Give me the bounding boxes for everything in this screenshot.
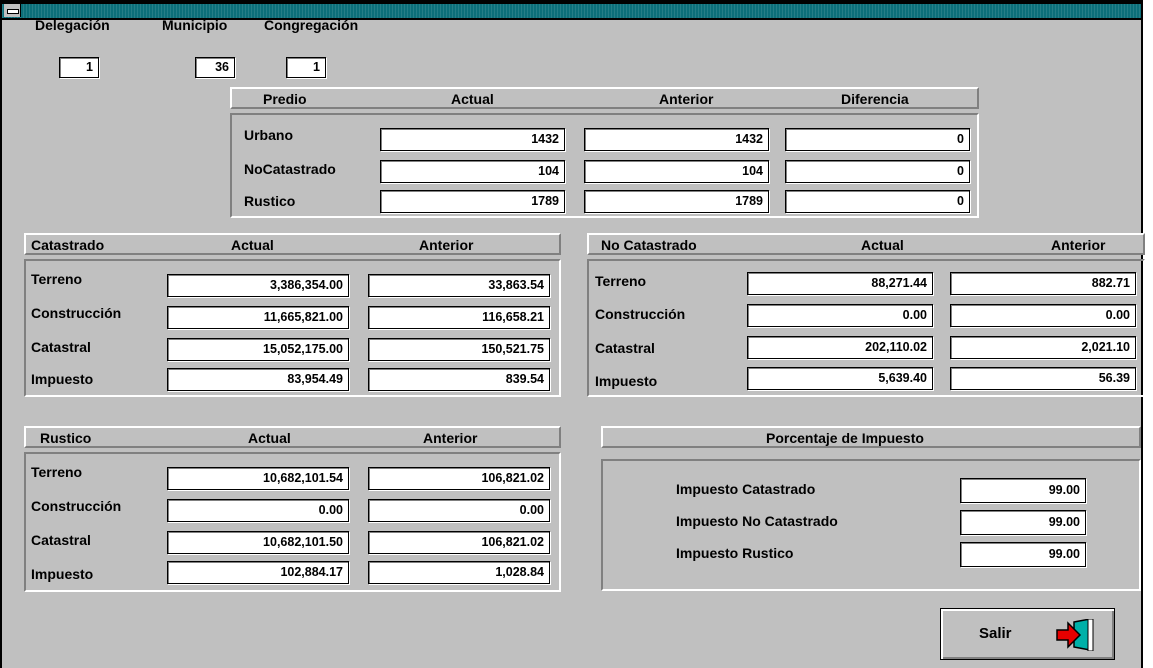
catastrado-impuesto-anterior[interactable]: 839.54 [368,368,550,391]
no-catastrado-terreno-actual[interactable]: 88,271.44 [747,272,933,295]
delegacion-field[interactable]: 1 [59,57,99,78]
no-catastrado-terreno-anterior[interactable]: 882.71 [950,272,1136,295]
catastrado-row-label: Construcción [31,305,122,321]
rustico-row-label: Construcción [31,498,122,514]
no-catastrado-panel: Terreno Construcción Catastral Impuesto … [587,259,1145,397]
predio-row-label: NoCatastrado [244,161,336,177]
no-catastrado-row-label: Terreno [595,273,647,289]
catastrado-construccion-actual[interactable]: 11,665,821.00 [167,306,349,329]
impuesto-rustico-field[interactable]: 99.00 [960,542,1086,567]
no-catastrado-impuesto-anterior[interactable]: 56.39 [950,367,1136,390]
catastrado-panel: Terreno Construcción Catastral Impuesto … [24,259,561,397]
no-catastrado-row-label: Catastral [595,340,655,356]
rustico-row-label: Terreno [31,464,83,480]
exit-door-icon [1056,619,1094,651]
predio-col-predio: Predio [263,91,307,107]
predio-col-anterior: Anterior [659,91,714,107]
rustico-catastral-actual[interactable]: 10,682,101.50 [167,531,349,554]
rustico-impuesto-anterior[interactable]: 1,028.84 [368,561,550,584]
rustico-actual-field[interactable]: 1789 [380,190,565,213]
rustico-diferencia-field[interactable]: 0 [785,190,970,213]
catastrado-col-anterior: Anterior [419,237,474,253]
municipio-field[interactable]: 36 [195,57,235,78]
urbano-anterior-field[interactable]: 1432 [584,128,769,151]
no-catastrado-col-anterior: Anterior [1051,237,1106,253]
porcentaje-title: Porcentaje de Impuesto [766,430,924,446]
rustico-catastral-anterior[interactable]: 106,821.02 [368,531,550,554]
predio-header: Predio Actual Anterior Diferencia [230,87,979,109]
rustico-row-label: Impuesto [31,566,94,582]
rustico-construccion-anterior[interactable]: 0.00 [368,499,550,522]
rustico-col-actual: Actual [248,430,291,446]
predio-panel: Urbano NoCatastrado Rustico 1432 1432 0 … [230,113,979,218]
salir-button[interactable]: Salir [940,608,1115,660]
predio-row-label: Urbano [244,127,293,143]
rustico-row-label: Catastral [31,532,91,548]
catastrado-row-label: Terreno [31,271,83,287]
no-catastrado-row-label: Construcción [595,306,686,322]
nocatastrado-diferencia-field[interactable]: 0 [785,160,970,183]
rustico-construccion-actual[interactable]: 0.00 [167,499,349,522]
catastrado-construccion-anterior[interactable]: 116,658.21 [368,306,550,329]
catastrado-row-label: Catastral [31,339,91,355]
rustico-panel: Terreno Construcción Catastral Impuesto … [24,452,561,592]
porcentaje-header: Porcentaje de Impuesto [601,426,1141,448]
no-catastrado-construccion-anterior[interactable]: 0.00 [950,304,1136,327]
no-catastrado-col-title: No Catastrado [601,237,697,253]
catastrado-terreno-actual[interactable]: 3,386,354.00 [167,274,349,297]
catastrado-terreno-anterior[interactable]: 33,863.54 [368,274,550,297]
catastrado-col-title: Catastrado [31,237,105,253]
rustico-header: Rustico Actual Anterior [24,426,561,448]
no-catastrado-catastral-anterior[interactable]: 2,021.10 [950,336,1136,359]
predio-row-label: Rustico [244,193,296,209]
no-catastrado-impuesto-actual[interactable]: 5,639.40 [747,367,933,390]
urbano-actual-field[interactable]: 1432 [380,128,565,151]
municipio-label: Municipio [162,17,228,33]
rustico-terreno-actual[interactable]: 10,682,101.54 [167,467,349,490]
porcentaje-row-label: Impuesto Catastrado [676,481,816,497]
congregacion-field[interactable]: 1 [286,57,326,78]
catastrado-catastral-actual[interactable]: 15,052,175.00 [167,338,349,361]
system-menu-icon[interactable] [4,4,21,17]
salir-button-label: Salir [979,625,1012,642]
catastrado-catastral-anterior[interactable]: 150,521.75 [368,338,550,361]
nocatastrado-actual-field[interactable]: 104 [380,160,565,183]
impuesto-catastrado-field[interactable]: 99.00 [960,478,1086,503]
rustico-terreno-anterior[interactable]: 106,821.02 [368,467,550,490]
no-catastrado-construccion-actual[interactable]: 0.00 [747,304,933,327]
nocatastrado-anterior-field[interactable]: 104 [584,160,769,183]
main-window: Delegación Municipio Congregación 1 36 1… [0,0,1145,668]
porcentaje-row-label: Impuesto Rustico [676,545,794,561]
catastrado-row-label: Impuesto [31,371,94,387]
predio-col-actual: Actual [451,91,494,107]
rustico-col-anterior: Anterior [423,430,478,446]
predio-col-diferencia: Diferencia [841,91,909,107]
porcentaje-panel: Impuesto Catastrado Impuesto No Catastra… [601,459,1141,591]
rustico-anterior-field[interactable]: 1789 [584,190,769,213]
catastrado-header: Catastrado Actual Anterior [24,233,561,255]
no-catastrado-col-actual: Actual [861,237,904,253]
impuesto-no-catastrado-field[interactable]: 99.00 [960,510,1086,535]
no-catastrado-row-label: Impuesto [595,373,658,389]
rustico-impuesto-actual[interactable]: 102,884.17 [167,561,349,584]
catastrado-impuesto-actual[interactable]: 83,954.49 [167,368,349,391]
porcentaje-row-label: Impuesto No Catastrado [676,513,838,529]
no-catastrado-catastral-actual[interactable]: 202,110.02 [747,336,933,359]
delegacion-label: Delegación [35,17,110,33]
rustico-col-title: Rustico [40,430,92,446]
catastrado-col-actual: Actual [231,237,274,253]
urbano-diferencia-field[interactable]: 0 [785,128,970,151]
no-catastrado-header: No Catastrado Actual Anterior [587,233,1145,255]
congregacion-label: Congregación [264,17,359,33]
